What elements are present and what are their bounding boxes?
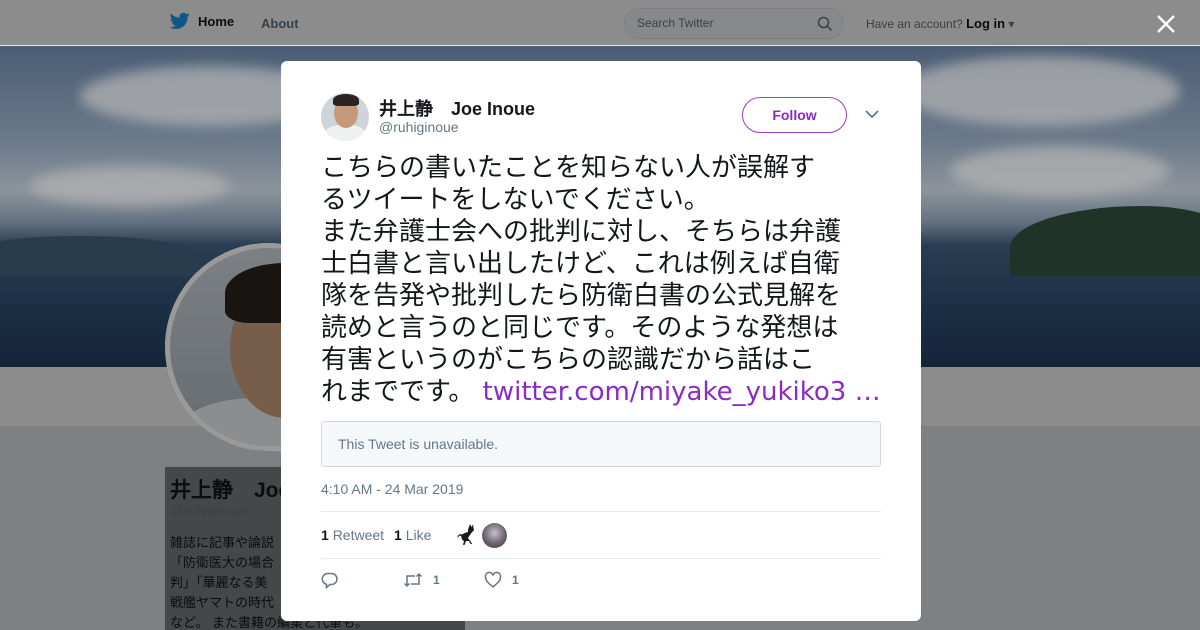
retweet-stat-label: Retweet bbox=[332, 527, 385, 543]
reply-button[interactable] bbox=[321, 571, 339, 589]
tweet-line: 有害というのがこちらの認識だから話はこ bbox=[321, 345, 816, 375]
quoted-tweet-unavailable: This Tweet is unavailable. bbox=[321, 421, 881, 467]
heart-icon bbox=[484, 571, 502, 588]
quote-unavailable-text: This Tweet is unavailable. bbox=[338, 436, 499, 452]
follow-button[interactable]: Follow bbox=[742, 97, 847, 133]
retweet-button[interactable]: 1 bbox=[403, 571, 440, 589]
chevron-down-icon[interactable] bbox=[865, 109, 879, 119]
like-action-count: 1 bbox=[512, 573, 519, 587]
overlay-dim bbox=[0, 0, 1200, 45]
tweet-modal: 井上静 Joe Inoue @ruhiginoue Follow こちらの書いた… bbox=[281, 61, 921, 621]
tweet-line: れまでです。 bbox=[321, 377, 483, 407]
tweet-actions: 1 1 bbox=[321, 569, 881, 593]
like-stat-label: Like bbox=[405, 527, 432, 543]
tweet-line: また弁護士会への批判に対し、そちらは弁護 bbox=[321, 217, 842, 247]
tweet-line: こちらの書いたことを知らない人が誤解す bbox=[321, 153, 816, 183]
tweet-timestamp[interactable]: 4:10 AM - 24 Mar 2019 bbox=[321, 481, 463, 497]
tweet-link[interactable]: twitter.com/miyake_yukiko3 … bbox=[483, 377, 881, 407]
cat-avatar-icon[interactable] bbox=[457, 524, 477, 548]
retweet-icon bbox=[403, 572, 423, 588]
tweet-line: 読めと言うのと同じです。そのような発想は bbox=[321, 313, 839, 343]
tweet-stats: 1 Retweet 1 Like bbox=[321, 511, 881, 559]
author-handle[interactable]: @ruhiginoue bbox=[379, 119, 459, 135]
tweet-line: 隊を告発や批判したら防衛白書の公式見解を bbox=[321, 281, 842, 311]
top-nav: Home About Search Twitter Have an accoun… bbox=[0, 0, 1200, 46]
like-button[interactable]: 1 bbox=[484, 571, 519, 589]
liker-avatar[interactable] bbox=[482, 523, 507, 548]
tweet-line: 士白書と言い出したけど、これは例えば自衛 bbox=[321, 249, 840, 279]
tweet-line-last: れまでです。 twitter.com/miyake_yukiko3 … bbox=[321, 376, 887, 408]
close-icon[interactable] bbox=[1156, 14, 1176, 34]
author-name[interactable]: 井上静 Joe Inoue bbox=[379, 95, 535, 121]
tweet-line: るツイートをしないでください。 bbox=[321, 185, 710, 215]
retweet-count: 1 bbox=[321, 527, 329, 543]
tweet-text: こちらの書いたことを知らない人が誤解す るツイートをしないでください。 また弁護… bbox=[321, 152, 887, 408]
retweet-action-count: 1 bbox=[433, 573, 440, 587]
like-count: 1 bbox=[394, 527, 402, 543]
retweet-stat[interactable]: 1 Retweet bbox=[321, 527, 384, 543]
author-avatar[interactable] bbox=[321, 93, 369, 141]
reply-icon bbox=[321, 572, 338, 589]
like-stat[interactable]: 1 Like bbox=[394, 527, 431, 543]
